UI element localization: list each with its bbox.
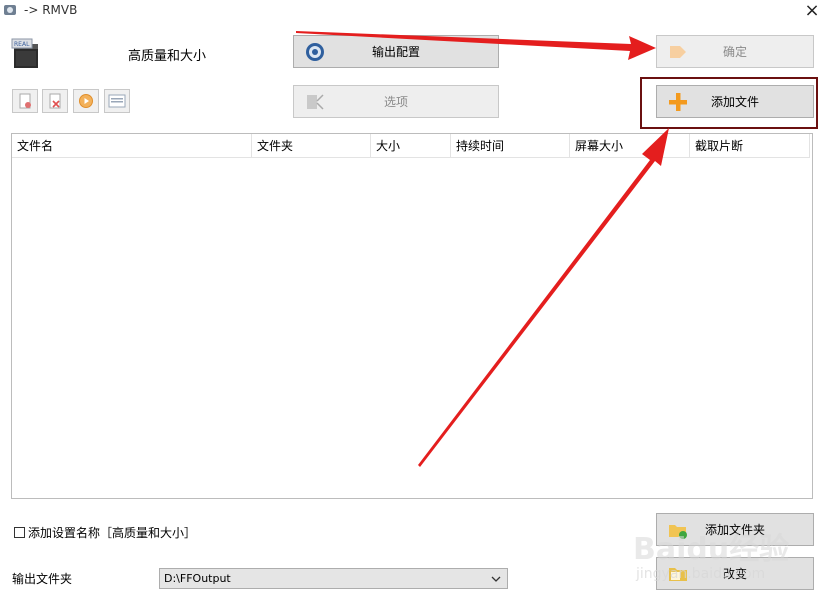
arrow-to-add-file [418, 128, 669, 467]
arrow-to-ok [296, 31, 656, 60]
annotation-arrows [296, 31, 669, 467]
